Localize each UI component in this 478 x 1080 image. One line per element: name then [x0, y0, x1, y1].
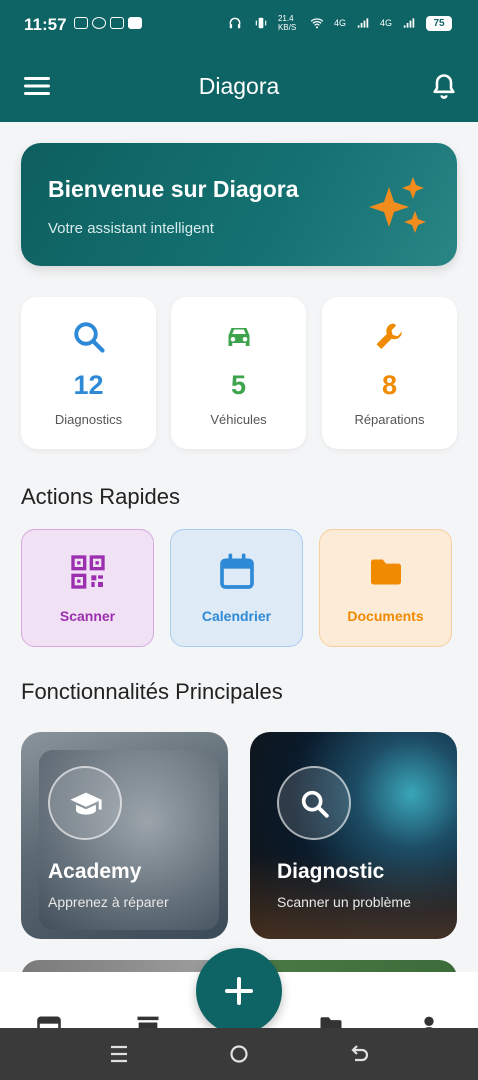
academy-icon-circle [48, 766, 122, 840]
search-icon [73, 322, 105, 353]
wifi-icon [310, 18, 324, 29]
stat-value: 12 [73, 370, 104, 400]
system-navigation-bar [0, 1028, 478, 1080]
stat-label: Véhicules [210, 412, 267, 427]
welcome-banner: Bienvenue sur Diagora Votre assistant in… [21, 143, 457, 266]
quick-action-calendar[interactable]: Calendrier [170, 529, 303, 647]
status-time: 11:57 [24, 15, 67, 34]
calendar-icon [219, 553, 254, 589]
back-icon[interactable] [348, 1044, 370, 1064]
quick-action-scanner[interactable]: Scanner [21, 529, 154, 647]
welcome-title: Bienvenue sur Diagora [48, 176, 299, 202]
quick-action-documents[interactable]: Documents [319, 529, 452, 647]
section-title-main-features: Fonctionnalités Principales [21, 679, 283, 704]
stat-value: 5 [230, 370, 247, 400]
plus-icon [225, 977, 253, 1005]
diagnostic-icon-circle [277, 766, 351, 840]
network-label-2: 4G [379, 18, 392, 28]
search-icon [301, 790, 329, 818]
add-button[interactable] [196, 948, 282, 1034]
folder-icon [370, 559, 401, 585]
welcome-subtitle: Votre assistant intelligent [48, 220, 214, 237]
feature-card-academy[interactable]: Academy Apprenez à réparer [21, 732, 228, 939]
quick-action-label: Calendrier [201, 608, 272, 624]
signal-icon [403, 18, 415, 28]
quick-action-label: Documents [347, 608, 424, 624]
section-title-quick-actions: Actions Rapides [21, 484, 180, 509]
qr-code-icon [70, 555, 105, 589]
feature-subtitle: Apprenez à réparer [48, 894, 169, 910]
system-status-icons: 21.4 KB/S 4G 4G 75 [226, 14, 452, 32]
messenger-icon [92, 17, 106, 29]
headphones-icon [229, 17, 241, 29]
status-bar: 11:57 21.4 KB/S 4G 4G 75 [0, 0, 478, 52]
stat-value: 8 [381, 370, 398, 400]
notification-icons [74, 17, 142, 29]
gmail-icon [110, 17, 124, 29]
stat-label: Diagnostics [54, 412, 123, 427]
youtube-icon [128, 17, 142, 29]
feature-card-diagnostic[interactable]: Diagnostic Scanner un problème [250, 732, 457, 939]
vibrate-icon [255, 17, 267, 29]
signal-icon [357, 18, 369, 28]
recent-apps-icon[interactable] [108, 1044, 130, 1064]
graduation-cap-icon [70, 792, 102, 815]
sparkle-icon [369, 177, 426, 233]
app-title: Diagora [198, 73, 280, 99]
net-speed: 21.4 KB/S [277, 14, 297, 32]
feature-title: Diagnostic [277, 860, 385, 883]
car-icon [228, 328, 249, 346]
bell-icon[interactable] [430, 71, 458, 101]
wrench-icon [376, 323, 402, 349]
stat-card-vehicles[interactable]: 5 Véhicules [171, 297, 306, 449]
stat-label: Réparations [354, 412, 425, 427]
quick-action-label: Scanner [59, 608, 116, 624]
stat-card-repairs[interactable]: 8 Réparations [322, 297, 457, 449]
app-bar: Diagora [0, 52, 478, 122]
battery-indicator: 75 [426, 15, 452, 31]
feature-subtitle: Scanner un problème [277, 894, 411, 910]
feature-title: Academy [48, 860, 142, 883]
home-icon[interactable] [228, 1044, 250, 1064]
stat-card-diagnostics[interactable]: 12 Diagnostics [21, 297, 156, 449]
network-label-1: 4G [333, 18, 346, 28]
radio-icon [74, 17, 88, 29]
